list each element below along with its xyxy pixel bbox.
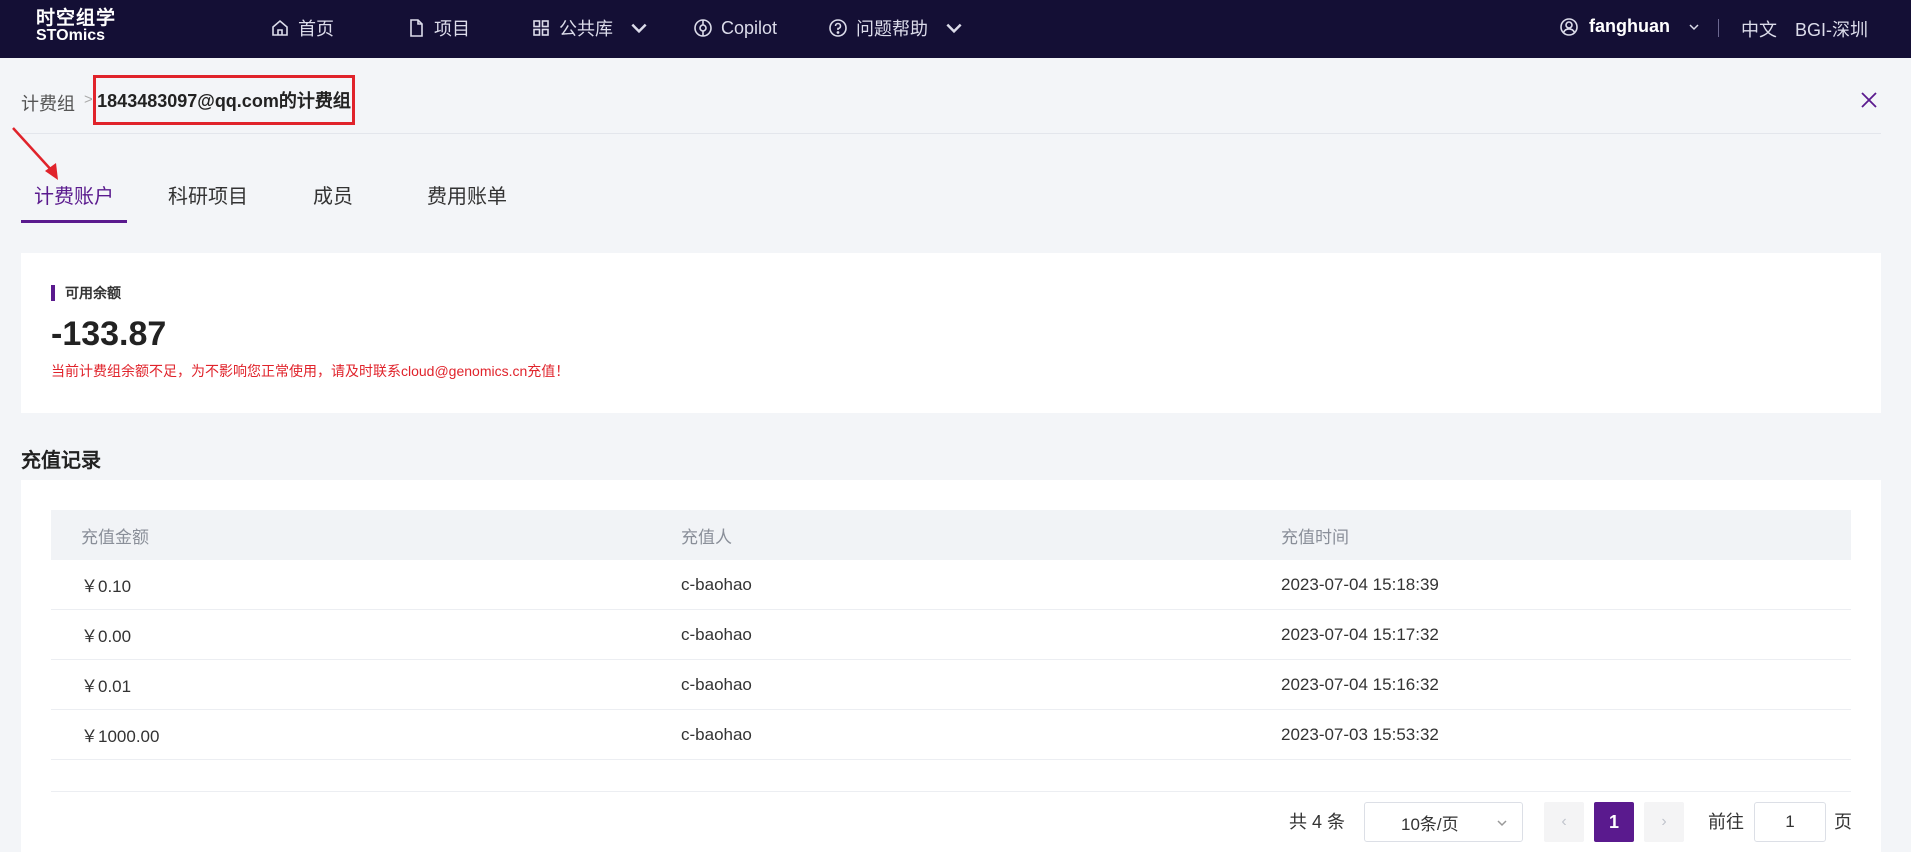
records-title: 充值记录 <box>21 450 101 472</box>
table-bottom-divider <box>51 791 1851 792</box>
nav-item-public-lib[interactable]: 公共库 <box>531 16 649 40</box>
annotation-arrow <box>12 127 58 180</box>
nav-label-public-lib: 公共库 <box>559 19 613 39</box>
cell-time: 2023-07-04 15:16:32 <box>1281 674 1439 694</box>
cell-user: c-baohao <box>681 624 752 644</box>
breadcrumb-current: 1843483097@qq.com的计费组 <box>93 75 355 125</box>
table-row: ￥0.01 c-baohao 2023-07-04 15:16:32 <box>51 660 1851 710</box>
cell-time: 2023-07-03 15:53:32 <box>1281 724 1439 744</box>
nav-label-copilot: Copilot <box>721 17 778 38</box>
nav-label-projects: 项目 <box>434 19 470 39</box>
table-header: 充值金额 充值人 充值时间 <box>51 510 1851 560</box>
cell-time: 2023-07-04 15:17:32 <box>1281 624 1439 644</box>
chevron-down-icon <box>1497 820 1507 827</box>
nav-label-help: 问题帮助 <box>856 19 928 39</box>
cell-user: c-baohao <box>681 674 752 694</box>
goto-page-input[interactable] <box>1754 802 1826 842</box>
language-switch[interactable]: 中文 <box>1741 16 1777 42</box>
cell-user: c-baohao <box>681 724 752 744</box>
tab-members[interactable]: 成员 <box>313 180 353 209</box>
grid-icon <box>533 20 549 36</box>
balance-card: 可用余额 -133.87 当前计费组余额不足，为不影响您正常使用，请及时联系cl… <box>21 253 1881 413</box>
region-switch[interactable]: BGI-深圳 <box>1795 16 1868 42</box>
cell-amount: ￥0.00 <box>81 627 132 646</box>
nav-item-projects[interactable]: 项目 <box>406 16 470 40</box>
column-header-amount: 充值金额 <box>81 527 149 547</box>
page-size-select[interactable]: 10条/页 <box>1364 802 1523 842</box>
records-table: 充值金额 充值人 充值时间 ￥0.10 c-baohao 2023-07-04 … <box>51 510 1851 760</box>
breadcrumb-separator: > <box>84 91 93 108</box>
column-header-user: 充值人 <box>681 527 732 547</box>
document-icon <box>410 19 423 37</box>
records-panel: 充值金额 充值人 充值时间 ￥0.10 c-baohao 2023-07-04 … <box>21 480 1881 852</box>
nav-item-home[interactable]: 首页 <box>270 16 334 40</box>
top-nav-bar: 时空组学 STOmics 首页 项目 公共库 Copilot 问题帮助 fang… <box>0 0 1911 58</box>
chevron-down-icon <box>1689 23 1699 30</box>
cell-amount: ￥1000.00 <box>81 727 160 746</box>
logo[interactable]: 时空组学 STOmics <box>36 8 117 44</box>
tab-bills[interactable]: 费用账单 <box>427 180 507 209</box>
tab-research-projects[interactable]: 科研项目 <box>168 180 248 209</box>
nav-item-help[interactable]: 问题帮助 <box>828 16 964 40</box>
breadcrumb-root[interactable]: 计费组 <box>21 90 75 116</box>
help-icon <box>829 19 847 37</box>
home-icon <box>272 19 288 36</box>
nav-divider <box>1718 19 1719 37</box>
chevron-down-icon <box>946 23 962 34</box>
page-size-value: 10条/页 <box>1401 814 1459 834</box>
user-icon <box>1560 17 1578 36</box>
logo-en-text: STOmics <box>36 27 106 44</box>
table-row: ￥0.10 c-baohao 2023-07-04 15:18:39 <box>51 560 1851 610</box>
nav-item-copilot[interactable]: Copilot <box>693 16 777 40</box>
page-number-current[interactable]: 1 <box>1594 802 1634 842</box>
logo-cn-text: 时空组学 <box>36 8 117 29</box>
next-page-button[interactable]: › <box>1644 802 1684 842</box>
nav-label-home: 首页 <box>298 19 334 39</box>
column-header-time: 充值时间 <box>1281 527 1349 547</box>
active-tab-indicator <box>21 220 127 223</box>
page-unit-label: 页 <box>1834 812 1852 832</box>
tab-billing-account[interactable]: 计费账户 <box>34 180 114 209</box>
pagination-total: 共 4 条 <box>1289 812 1346 832</box>
prev-page-button[interactable]: ‹ <box>1544 802 1584 842</box>
balance-warning: 当前计费组余额不足，为不影响您正常使用，请及时联系cloud@genomics.… <box>51 363 570 379</box>
copilot-icon <box>694 19 712 37</box>
user-menu[interactable]: fanghuan <box>1559 16 1700 37</box>
cell-user: c-baohao <box>681 574 752 594</box>
balance-value: -133.87 <box>51 315 167 353</box>
balance-label: 可用余额 <box>51 285 121 301</box>
close-icon[interactable] <box>1859 90 1879 110</box>
cell-amount: ￥0.01 <box>81 677 132 696</box>
chevron-down-icon <box>631 23 647 34</box>
header-divider <box>21 133 1881 134</box>
table-row: ￥1000.00 c-baohao 2023-07-03 15:53:32 <box>51 710 1851 760</box>
cell-amount: ￥0.10 <box>81 577 132 596</box>
cell-time: 2023-07-04 15:18:39 <box>1281 574 1439 594</box>
username: fanghuan <box>1589 16 1670 36</box>
table-row: ￥0.00 c-baohao 2023-07-04 15:17:32 <box>51 610 1851 660</box>
goto-label: 前往 <box>1708 812 1744 832</box>
